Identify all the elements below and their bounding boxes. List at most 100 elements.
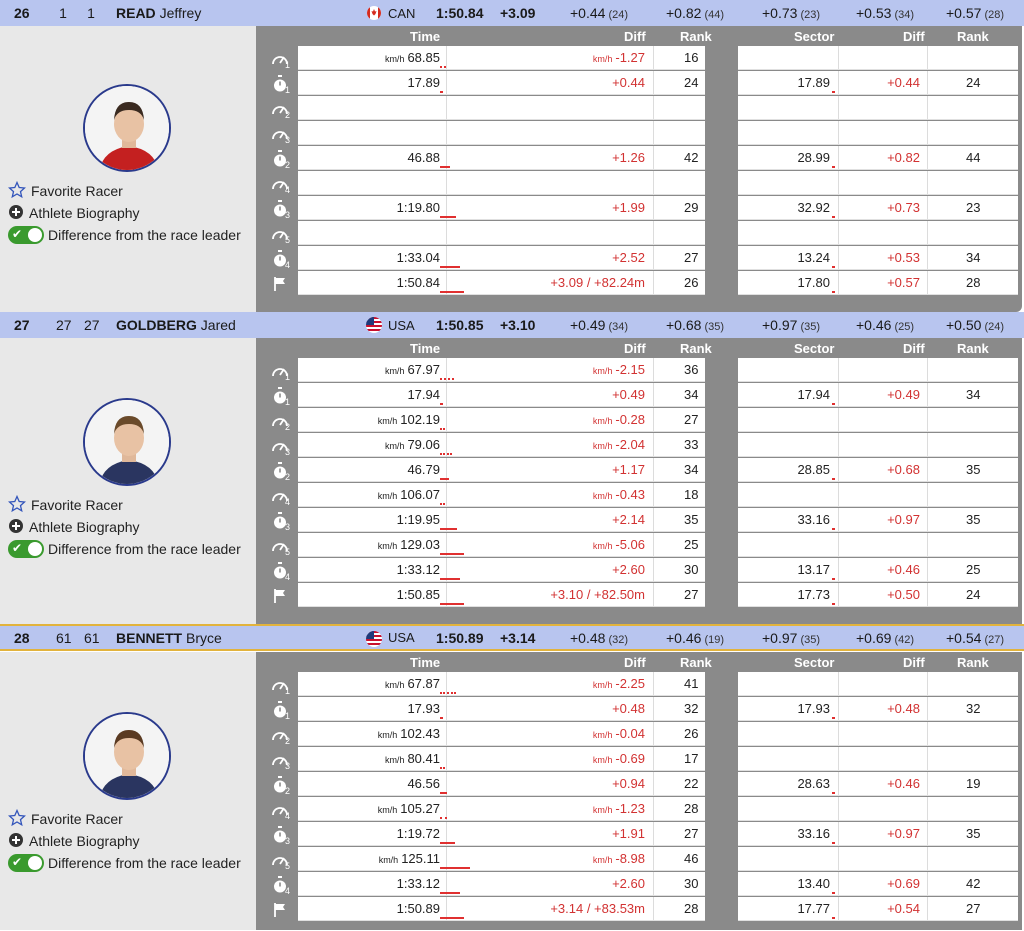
athlete-avatar[interactable] <box>83 84 171 172</box>
checkpoint-number: 2 <box>284 786 290 796</box>
speed-unit: km/h <box>592 855 613 865</box>
sector-time: 28.63 <box>797 776 830 791</box>
gap-to-leader: +3.10 <box>500 317 536 333</box>
favorite-racer-link[interactable]: Favorite Racer <box>7 180 241 202</box>
sector-diff: +0.46 <box>887 562 920 577</box>
favorite-racer-link[interactable]: Favorite Racer <box>7 808 241 830</box>
sector-rank: 27 <box>966 901 981 916</box>
diff-value: +1.17 <box>609 462 645 477</box>
table-row: 1:50.85 +3.10 / +82.50m 27 17.73 +0.50 24 <box>256 583 1018 608</box>
time-value: 1:19.95 <box>394 512 440 527</box>
time-cells: 1:50.85 +3.10 / +82.50m 27 <box>298 583 705 607</box>
athlete-avatar[interactable] <box>83 398 171 486</box>
sector-marker <box>832 842 835 844</box>
racer-header-row[interactable]: 26 1 1 READ Jeffrey CAN 1:50.84 +3.09 +0.44 (24)… <box>0 0 1024 26</box>
sector-cells: 33.16 +0.97 35 <box>738 822 1018 846</box>
diff-value: km/h -8.98 <box>593 851 645 866</box>
sector-rank: 34 <box>966 250 981 265</box>
difference-label: Difference from the race leader <box>48 541 241 557</box>
difference-toggle[interactable]: ✔ <box>8 226 44 244</box>
speed-icon: 4 <box>264 799 296 821</box>
stopwatch-icon: 2 <box>264 774 296 796</box>
total-time: 1:50.85 <box>436 317 484 333</box>
sector-diff: +0.46 <box>666 629 702 646</box>
athlete-avatar[interactable] <box>83 712 171 800</box>
favorite-racer-label: Favorite Racer <box>31 811 123 827</box>
finish-flag-icon <box>264 585 296 607</box>
sector-cells <box>738 747 1018 771</box>
time-text: 102.19 <box>400 412 440 427</box>
racer-header-row[interactable]: 28 61 61 BENNETT Bryce USA 1:50.89 +3.14 +0.48(… <box>0 624 1024 651</box>
diff-value: +0.48 <box>609 701 645 716</box>
difference-toggle-row[interactable]: ✔ Difference from the race leader <box>8 538 241 560</box>
athlete-biography-link[interactable]: Athlete Biography <box>8 202 241 224</box>
diff-text: -0.43 <box>615 487 645 502</box>
athlete-biography-link[interactable]: Athlete Biography <box>8 830 241 852</box>
speed-unit: km/h <box>592 54 613 64</box>
racer-last-name: BENNETT <box>116 629 183 646</box>
sector-marker <box>832 166 835 168</box>
time-text: 46.88 <box>407 150 440 165</box>
speed-unit: km/h <box>592 416 613 426</box>
sector-rank: 24 <box>966 75 981 90</box>
deficit-marker <box>440 578 460 580</box>
sector-rank: (34) <box>894 9 914 21</box>
sector-rank: 35 <box>966 826 981 841</box>
sector-summary: +0.73 (23) <box>762 5 820 21</box>
rank-value: 27 <box>684 250 699 265</box>
diff-text: +0.44 <box>612 75 645 90</box>
sector-summary: +0.97 (35) <box>762 630 820 646</box>
start-number: 1 <box>87 5 95 21</box>
time-cells: 1:19.80 +1.99 29 <box>298 196 705 220</box>
sector-summary: +0.50 (24) <box>946 317 1004 333</box>
speed-icon: 1 <box>264 360 296 382</box>
sector-time: 32.92 <box>797 200 830 215</box>
table-row: 4 1:33.12 +2.60 30 13.40 +0.69 42 <box>256 872 1018 897</box>
stopwatch-icon: 1 <box>264 385 296 407</box>
gap-to-leader: +3.14 <box>500 629 536 646</box>
sector-time: 13.17 <box>797 562 830 577</box>
split-times-table: Time Diff Rank Sector Diff Rank 1 km/h 67.97 km/h… <box>256 338 1022 625</box>
speed-unit: km/h <box>592 755 613 765</box>
time-value: km/h 129.03 <box>378 537 440 552</box>
deficit-marker <box>440 166 450 168</box>
time-cells: 1:33.12 +2.60 30 <box>298 558 705 582</box>
deficit-marker <box>440 266 460 268</box>
sector-marker <box>832 216 835 218</box>
sector-time: 17.73 <box>797 587 830 602</box>
checkpoint-number: 1 <box>284 372 290 382</box>
diff-value: km/h -1.23 <box>593 801 645 816</box>
checkpoint-number: 2 <box>284 472 290 482</box>
deficit-marker <box>440 792 447 794</box>
time-value: 46.56 <box>404 776 440 791</box>
sector-time: 17.80 <box>797 275 830 290</box>
racer-name[interactable]: BENNETT Bryce <box>116 630 222 646</box>
difference-toggle-row[interactable]: ✔ Difference from the race leader <box>8 852 241 874</box>
racer-name[interactable]: GOLDBERG Jared <box>116 317 236 333</box>
favorite-racer-link[interactable]: Favorite Racer <box>7 494 241 516</box>
difference-toggle[interactable]: ✔ <box>8 540 44 558</box>
time-cells: 17.89 +0.44 24 <box>298 71 705 95</box>
diff-value <box>642 175 645 190</box>
sector-time: 17.94 <box>797 387 830 402</box>
deficit-marker <box>440 867 470 869</box>
racer-header-row[interactable]: 27 27 27 GOLDBERG Jared USA 1:50.85 +3.10 +0.49… <box>0 312 1024 338</box>
athlete-biography-link[interactable]: Athlete Biography <box>8 516 241 538</box>
diff-text: -5.06 <box>615 537 645 552</box>
sector-time: 28.99 <box>797 150 830 165</box>
time-text: 17.94 <box>407 387 440 402</box>
deficit-marker <box>440 692 456 694</box>
total-time: 1:50.89 <box>436 629 484 646</box>
speed-unit: km/h <box>592 441 613 451</box>
difference-toggle[interactable]: ✔ <box>8 854 44 872</box>
time-text: 1:33.12 <box>396 876 440 891</box>
deficit-marker <box>440 717 443 719</box>
column-header: Sector <box>794 655 835 670</box>
racer-name[interactable]: READ Jeffrey <box>116 5 201 21</box>
sector-cells: 17.94 +0.49 34 <box>738 383 1018 407</box>
speed-icon: 4 <box>264 485 296 507</box>
table-row: 2 km/h 102.43 km/h -0.04 26 <box>256 722 1018 747</box>
speed-icon: 2 <box>264 724 296 746</box>
time-value: 1:19.80 <box>394 200 440 215</box>
difference-toggle-row[interactable]: ✔ Difference from the race leader <box>8 224 241 246</box>
